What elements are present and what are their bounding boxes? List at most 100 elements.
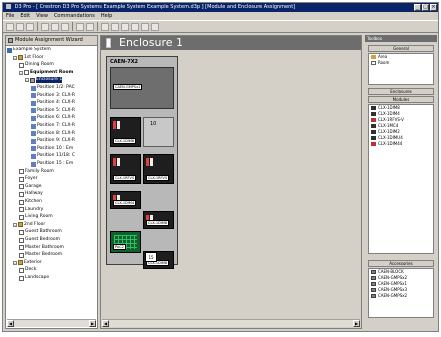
menu-view[interactable]: View bbox=[36, 12, 48, 20]
pointer-icon[interactable] bbox=[86, 22, 94, 31]
enclosure-horizontal-scrollbar[interactable]: ◀ ▶ bbox=[102, 319, 360, 327]
tree-horizontal-scrollbar[interactable]: ◀ ▶ bbox=[7, 319, 96, 327]
tree-node[interactable]: Kitchen bbox=[19, 199, 42, 205]
tree-expander-icon[interactable]: - bbox=[19, 70, 23, 75]
slot-8[interactable]: CLX-1DIM8 bbox=[143, 211, 174, 229]
slot-5[interactable]: CLX-1RFVS bbox=[110, 154, 141, 184]
maximize-button[interactable]: □ bbox=[422, 4, 429, 11]
system-tree[interactable]: Example System -1st Floor Dining Room - Equi… bbox=[7, 47, 96, 318]
tree-node-label: Guest Bedroom bbox=[25, 237, 61, 242]
enclosure-model-label: CAEN-7X2 bbox=[110, 59, 139, 65]
tree-node[interactable]: Guest Bedroom bbox=[19, 237, 60, 243]
floor-icon bbox=[18, 55, 23, 61]
menu-edit[interactable]: Edit bbox=[20, 12, 30, 20]
general-list[interactable]: Area Room bbox=[368, 53, 434, 85]
tree-node[interactable]: Living Room bbox=[19, 214, 53, 220]
tree-node-label: Position 6: CLX-R bbox=[37, 115, 76, 121]
cut-icon[interactable] bbox=[41, 22, 49, 31]
room-icon bbox=[19, 191, 24, 197]
tool-icon[interactable] bbox=[141, 22, 149, 31]
app-window: D3 Pro - [ Crestron D3 Pro Systems Examp… bbox=[2, 2, 439, 332]
tree-node[interactable]: - Exterior bbox=[13, 260, 42, 266]
tree-node[interactable]: - Enclosure 1 bbox=[25, 77, 63, 84]
pac-module[interactable]: PAC2 bbox=[110, 231, 141, 253]
tree-node[interactable]: Garage bbox=[19, 184, 41, 190]
module-handle-icon bbox=[113, 158, 116, 166]
tree-node[interactable]: Hallway bbox=[19, 191, 43, 197]
module-label: CLX-1DIM4 bbox=[113, 200, 137, 206]
module-label: CLX-1DIM8 bbox=[146, 220, 170, 226]
room-icon bbox=[19, 252, 24, 258]
slot-3[interactable]: CLX-1DIM8 bbox=[110, 117, 141, 147]
top-module-label: CAEN-GMPSx2 bbox=[113, 84, 143, 90]
room-icon bbox=[19, 275, 24, 281]
room-icon bbox=[19, 184, 24, 190]
slot-6[interactable]: CLX-1RFVS bbox=[143, 154, 174, 184]
room-icon bbox=[19, 214, 24, 220]
slot-4[interactable]: 10 bbox=[143, 117, 174, 147]
grid-icon[interactable] bbox=[101, 22, 109, 31]
menu-commandations[interactable]: Commandations bbox=[54, 12, 95, 20]
tree-node[interactable]: Guest Bathroom bbox=[19, 229, 62, 235]
tree-node[interactable]: Foyer bbox=[19, 176, 37, 182]
save-icon[interactable] bbox=[26, 22, 34, 31]
tree-node[interactable]: Position 15 : Em bbox=[31, 161, 73, 167]
tree-node-label: Landscape bbox=[25, 275, 50, 280]
menu-help[interactable]: Help bbox=[101, 12, 112, 20]
close-button[interactable]: × bbox=[430, 4, 437, 11]
module-icon[interactable] bbox=[121, 22, 129, 31]
tree-expander-icon[interactable]: - bbox=[13, 55, 17, 60]
help-icon[interactable] bbox=[76, 22, 84, 31]
tree-node[interactable]: Deck bbox=[19, 267, 36, 273]
copy-icon[interactable] bbox=[51, 22, 59, 31]
tree-expander-icon[interactable]: - bbox=[13, 260, 17, 265]
tree-node-label: Enclosure 1 bbox=[36, 77, 63, 84]
zoom-icon[interactable] bbox=[151, 22, 159, 31]
tree-expander-icon[interactable]: - bbox=[13, 222, 17, 227]
tree-node[interactable]: Position 6: CLX-R bbox=[31, 115, 75, 121]
arrow-icon[interactable] bbox=[131, 22, 139, 31]
enclosure-graphic[interactable]: CAEN-7X2 CAEN-GMPSx2 CLX-1DIM8 10 CLX-1RFV… bbox=[106, 56, 178, 269]
tree-expander-icon[interactable]: - bbox=[25, 78, 29, 83]
tree-node[interactable]: Family Room bbox=[19, 169, 54, 175]
tree-node[interactable]: Landscape bbox=[19, 275, 49, 281]
tree-node[interactable]: Position 4: CLX-R bbox=[31, 100, 75, 106]
tree-node[interactable]: Laundry bbox=[19, 207, 43, 213]
wizard-icon[interactable] bbox=[111, 22, 119, 31]
tree-node[interactable]: Position 5: CLX-R bbox=[31, 108, 75, 114]
toolbox-item-room[interactable]: Room bbox=[369, 60, 433, 66]
tree-node[interactable]: Master Bedroom bbox=[19, 252, 62, 258]
tree-node[interactable]: - 2nd Floor bbox=[13, 222, 45, 228]
tree-node[interactable]: Position 11/18: C bbox=[31, 153, 75, 159]
tree-node[interactable]: Position 1/2: PAC bbox=[31, 85, 75, 91]
scroll-left-arrow[interactable]: ◀ bbox=[102, 320, 109, 327]
new-icon[interactable] bbox=[6, 22, 14, 31]
module-label: CLX-1RFVS bbox=[113, 175, 137, 181]
tree-node[interactable]: Example System bbox=[7, 47, 51, 53]
toolbox-item[interactable]: CAEN-GMPSx2 bbox=[369, 293, 433, 299]
tree-node[interactable]: Position 7: CLX-R bbox=[31, 123, 75, 129]
minimize-button[interactable]: _ bbox=[414, 4, 421, 11]
menu-file[interactable]: File bbox=[6, 12, 14, 20]
scroll-left-arrow[interactable]: ◀ bbox=[7, 320, 14, 327]
modules-list[interactable]: CLX-1DIM8 CLX-1DIM4 CLX-1RFVS-V CLX-1MC4 CLX… bbox=[368, 104, 434, 254]
scroll-right-arrow[interactable]: ▶ bbox=[89, 320, 96, 327]
tree-node[interactable]: Master Bathroom bbox=[19, 245, 64, 251]
module-handle-icon bbox=[146, 158, 149, 166]
tree-node[interactable]: - 1st Floor bbox=[13, 55, 44, 61]
open-icon[interactable] bbox=[16, 22, 24, 31]
tree-node[interactable]: Dining Room bbox=[19, 62, 54, 68]
tree-node[interactable]: - Equipment Room bbox=[19, 70, 73, 76]
position-icon bbox=[31, 100, 36, 106]
enclosure-top-bay[interactable]: CAEN-GMPSx2 bbox=[110, 67, 174, 109]
paste-icon[interactable] bbox=[61, 22, 69, 31]
toolbox-item[interactable]: CLX-1DIM44 bbox=[369, 141, 433, 147]
tree-node[interactable]: Position 9: CLX-R bbox=[31, 138, 75, 144]
tree-node[interactable]: Position 3: CLX-R bbox=[31, 93, 75, 99]
tree-node[interactable]: Position 10 : Em bbox=[31, 146, 73, 152]
scroll-right-arrow[interactable]: ▶ bbox=[353, 320, 360, 327]
accessories-list[interactable]: CAEN-BLOCK CAEN-GMPSx2 CAEN-GMPSx1 CAEN-GMP… bbox=[368, 268, 434, 318]
tree-node[interactable]: Position 8: CLX-R bbox=[31, 131, 75, 137]
slot-7[interactable]: CLX-1DIM4 bbox=[110, 191, 141, 209]
accessory-icon bbox=[371, 294, 376, 298]
